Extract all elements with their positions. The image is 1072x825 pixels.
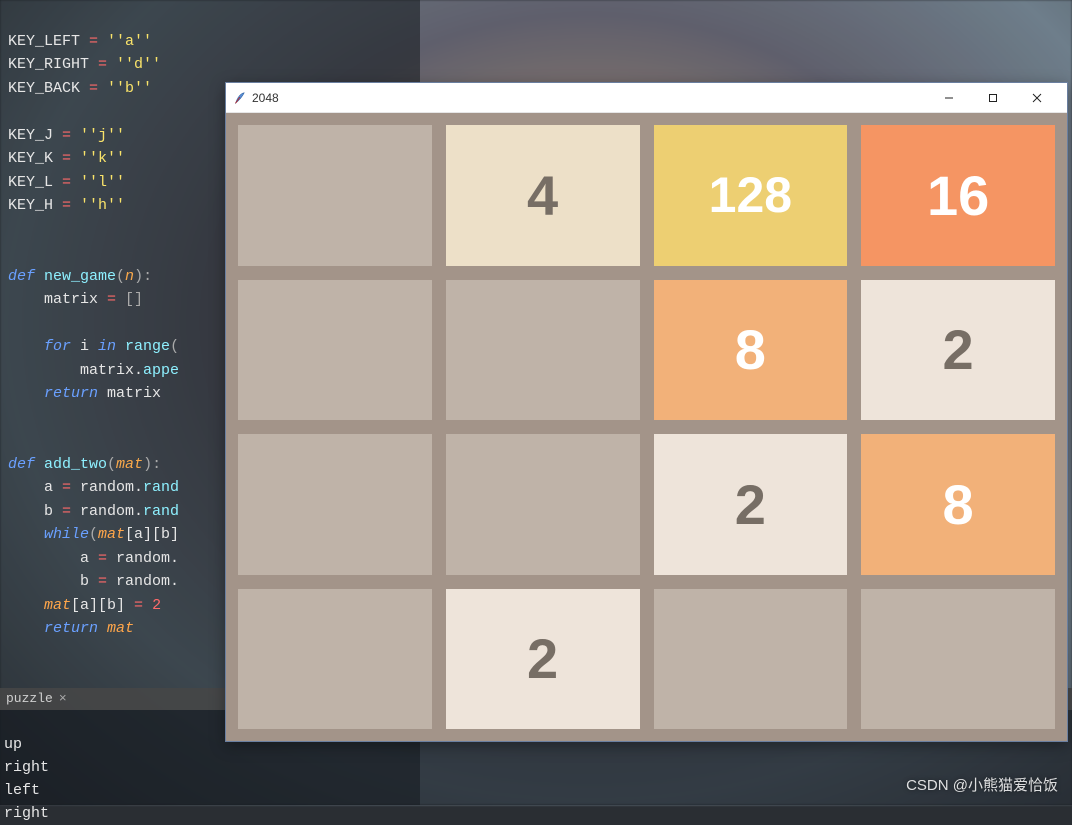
code-token: b (8, 573, 98, 590)
code-token: ''j'' (80, 127, 125, 144)
code-token: = (62, 197, 80, 214)
code-token: mat (116, 456, 143, 473)
code-token: KEY_L (8, 174, 62, 191)
tile-empty (238, 125, 432, 266)
minimize-button[interactable] (927, 83, 971, 113)
code-token: return (8, 620, 107, 637)
code-token: ( (116, 268, 125, 285)
titlebar[interactable]: 2048 (226, 83, 1067, 113)
watermark: CSDN @小熊猫爱恰饭 (906, 774, 1058, 795)
code-token: matrix. (8, 362, 143, 379)
code-token: rand (143, 479, 179, 496)
code-token: ): (143, 456, 161, 473)
code-token: in (98, 338, 125, 355)
tkinter-feather-icon (232, 91, 246, 105)
code-token (8, 597, 44, 614)
code-token: a (8, 550, 98, 567)
tile-8: 8 (861, 434, 1055, 575)
code-token: = (98, 573, 116, 590)
code-token: matrix (8, 291, 107, 308)
tile-empty (238, 434, 432, 575)
game-window[interactable]: 2048 41281682282 (225, 82, 1068, 742)
terminal-line: up (4, 736, 22, 753)
code-token: [a][b] (71, 597, 134, 614)
code-token: KEY_LEFT (8, 33, 89, 50)
tile-128: 128 (654, 125, 848, 266)
tile-2: 2 (654, 434, 848, 575)
code-token: random. (80, 479, 143, 496)
code-token: = (62, 503, 80, 520)
code-token: ''b'' (107, 80, 152, 97)
tile-empty (654, 589, 848, 730)
code-token: = (89, 33, 107, 50)
code-token: = (107, 291, 125, 308)
tile-empty (446, 434, 640, 575)
code-token: for (8, 338, 80, 355)
tile-2: 2 (446, 589, 640, 730)
code-token: a (8, 479, 62, 496)
code-token: = (98, 56, 116, 73)
code-token: [] (125, 291, 143, 308)
code-token: KEY_BACK (8, 80, 89, 97)
code-token: = (134, 597, 152, 614)
code-token: ( (170, 338, 179, 355)
code-token: 2 (152, 597, 161, 614)
code-token: ): (134, 268, 152, 285)
code-token: ''a'' (107, 33, 152, 50)
code-token: ( (89, 526, 98, 543)
tile-2: 2 (861, 280, 1055, 421)
code-token: add_two (44, 456, 107, 473)
code-token: = (62, 479, 80, 496)
terminal-tab-label: puzzle (6, 691, 53, 706)
terminal-line: right (4, 759, 49, 776)
tile-empty (446, 280, 640, 421)
code-token: random. (80, 503, 143, 520)
code-token: = (62, 150, 80, 167)
tile-empty (238, 280, 432, 421)
code-token: ''d'' (116, 56, 161, 73)
code-token: ''k'' (80, 150, 125, 167)
code-token: mat (98, 526, 125, 543)
code-token: i (80, 338, 98, 355)
code-token: KEY_H (8, 197, 62, 214)
tile-empty (861, 589, 1055, 730)
code-token: while (8, 526, 89, 543)
tile-4: 4 (446, 125, 640, 266)
maximize-button[interactable] (971, 83, 1015, 113)
code-token: n (125, 268, 134, 285)
code-token: ( (107, 456, 116, 473)
code-token: KEY_K (8, 150, 62, 167)
tile-16: 16 (861, 125, 1055, 266)
code-token: = (62, 174, 80, 191)
code-token: b (8, 503, 62, 520)
code-token: range (125, 338, 170, 355)
code-token: ''h'' (80, 197, 125, 214)
code-token: = (98, 550, 116, 567)
code-token: random. (116, 573, 179, 590)
code-token: appe (143, 362, 179, 379)
code-token: mat (107, 620, 134, 637)
code-token: new_game (44, 268, 116, 285)
code-token: def (8, 456, 44, 473)
tile-8: 8 (654, 280, 848, 421)
code-token: ''l'' (80, 174, 125, 191)
close-icon[interactable]: × (59, 691, 67, 706)
code-token: KEY_J (8, 127, 62, 144)
window-title: 2048 (252, 91, 279, 105)
code-token: mat (44, 597, 71, 614)
game-board[interactable]: 41281682282 (226, 113, 1067, 741)
code-token: matrix (107, 385, 161, 402)
tile-empty (238, 589, 432, 730)
terminal-line: left (4, 782, 40, 799)
code-token: = (89, 80, 107, 97)
code-token: rand (143, 503, 179, 520)
close-button[interactable] (1015, 83, 1059, 113)
code-token: KEY_RIGHT (8, 56, 98, 73)
code-token: = (62, 127, 80, 144)
terminal-line: right (4, 805, 49, 822)
code-token: def (8, 268, 44, 285)
code-token: random. (116, 550, 179, 567)
code-token: [a][b] (125, 526, 179, 543)
code-token: return (8, 385, 107, 402)
